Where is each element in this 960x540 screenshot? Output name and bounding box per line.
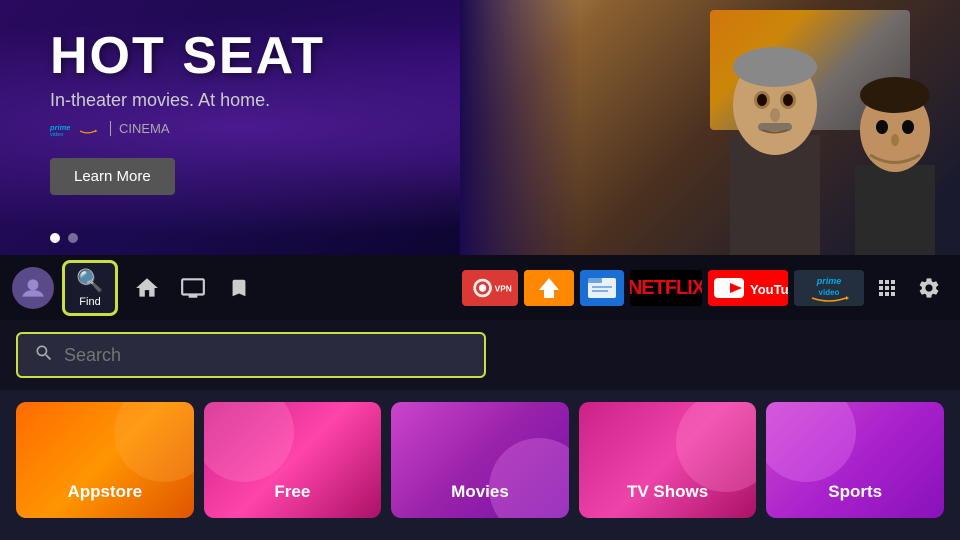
- tvshows-tile[interactable]: TV Shows: [579, 402, 757, 518]
- dot-1[interactable]: [50, 233, 60, 243]
- svg-text:prime: prime: [50, 123, 70, 132]
- categories-row: Appstore Free Movies TV Shows Sports: [0, 390, 960, 530]
- free-tile[interactable]: Free: [204, 402, 382, 518]
- hero-subtitle: In-theater movies. At home.: [50, 90, 325, 111]
- hero-cinema-label: CINEMA: [110, 121, 170, 136]
- hero-dots: [50, 233, 78, 243]
- svg-text:VPN: VPN: [495, 283, 512, 293]
- search-bar[interactable]: [16, 332, 486, 378]
- search-input[interactable]: [64, 345, 468, 366]
- hero-brand: prime video CINEMA: [50, 121, 325, 136]
- svg-text:NETFLIX: NETFLIX: [630, 277, 702, 299]
- sports-tile[interactable]: Sports: [766, 402, 944, 518]
- apps-grid-button[interactable]: [868, 269, 906, 307]
- movies-label: Movies: [451, 482, 509, 502]
- svg-text:video: video: [50, 132, 63, 136]
- home-button[interactable]: [126, 267, 168, 309]
- downloader-icon[interactable]: [524, 270, 574, 306]
- prime-video-logo: prime video: [50, 121, 100, 136]
- movies-tile[interactable]: Movies: [391, 402, 569, 518]
- prime-logo: prime video: [50, 121, 100, 136]
- settings-button[interactable]: [910, 269, 948, 307]
- find-button[interactable]: 🔍 Find: [62, 260, 118, 316]
- search-icon: 🔍: [76, 268, 103, 294]
- hero-image: [460, 0, 960, 255]
- hero-title: HOT SEAT: [50, 30, 325, 82]
- hero-fade: [460, 0, 580, 255]
- character-2: [830, 55, 960, 255]
- navigation-bar: 🔍 Find VPN: [0, 255, 960, 320]
- app-icons-row: VPN NETFLIX: [462, 270, 864, 306]
- sports-label: Sports: [828, 482, 882, 502]
- hero-content: HOT SEAT In-theater movies. At home. pri…: [50, 30, 325, 195]
- prime-video-icon[interactable]: prime video: [794, 270, 864, 306]
- svg-text:YouTube: YouTube: [750, 282, 788, 297]
- tvshows-circle: [676, 402, 756, 492]
- bookmark-button[interactable]: [218, 267, 260, 309]
- file-commander-icon[interactable]: [580, 270, 624, 306]
- free-circle: [204, 402, 294, 482]
- learn-more-button[interactable]: Learn More: [50, 158, 175, 195]
- tv-button[interactable]: [172, 267, 214, 309]
- netflix-icon[interactable]: NETFLIX: [630, 270, 702, 306]
- free-label: Free: [274, 482, 310, 502]
- search-magnifier-icon: [34, 343, 54, 368]
- search-section: [0, 320, 960, 390]
- svg-text:prime: prime: [816, 276, 842, 286]
- sports-circle: [766, 402, 856, 482]
- svg-text:video: video: [819, 288, 840, 297]
- expressvpn-icon[interactable]: VPN: [462, 270, 518, 306]
- find-label: Find: [79, 296, 100, 308]
- appstore-tile[interactable]: Appstore: [16, 402, 194, 518]
- dot-2[interactable]: [68, 233, 78, 243]
- user-avatar[interactable]: [12, 267, 54, 309]
- appstore-label: Appstore: [67, 482, 142, 502]
- appstore-circle: [114, 402, 194, 482]
- youtube-icon[interactable]: YouTube: [708, 270, 788, 306]
- movies-circle: [489, 438, 569, 518]
- tvshows-label: TV Shows: [627, 482, 708, 502]
- hero-banner: HOT SEAT In-theater movies. At home. pri…: [0, 0, 960, 255]
